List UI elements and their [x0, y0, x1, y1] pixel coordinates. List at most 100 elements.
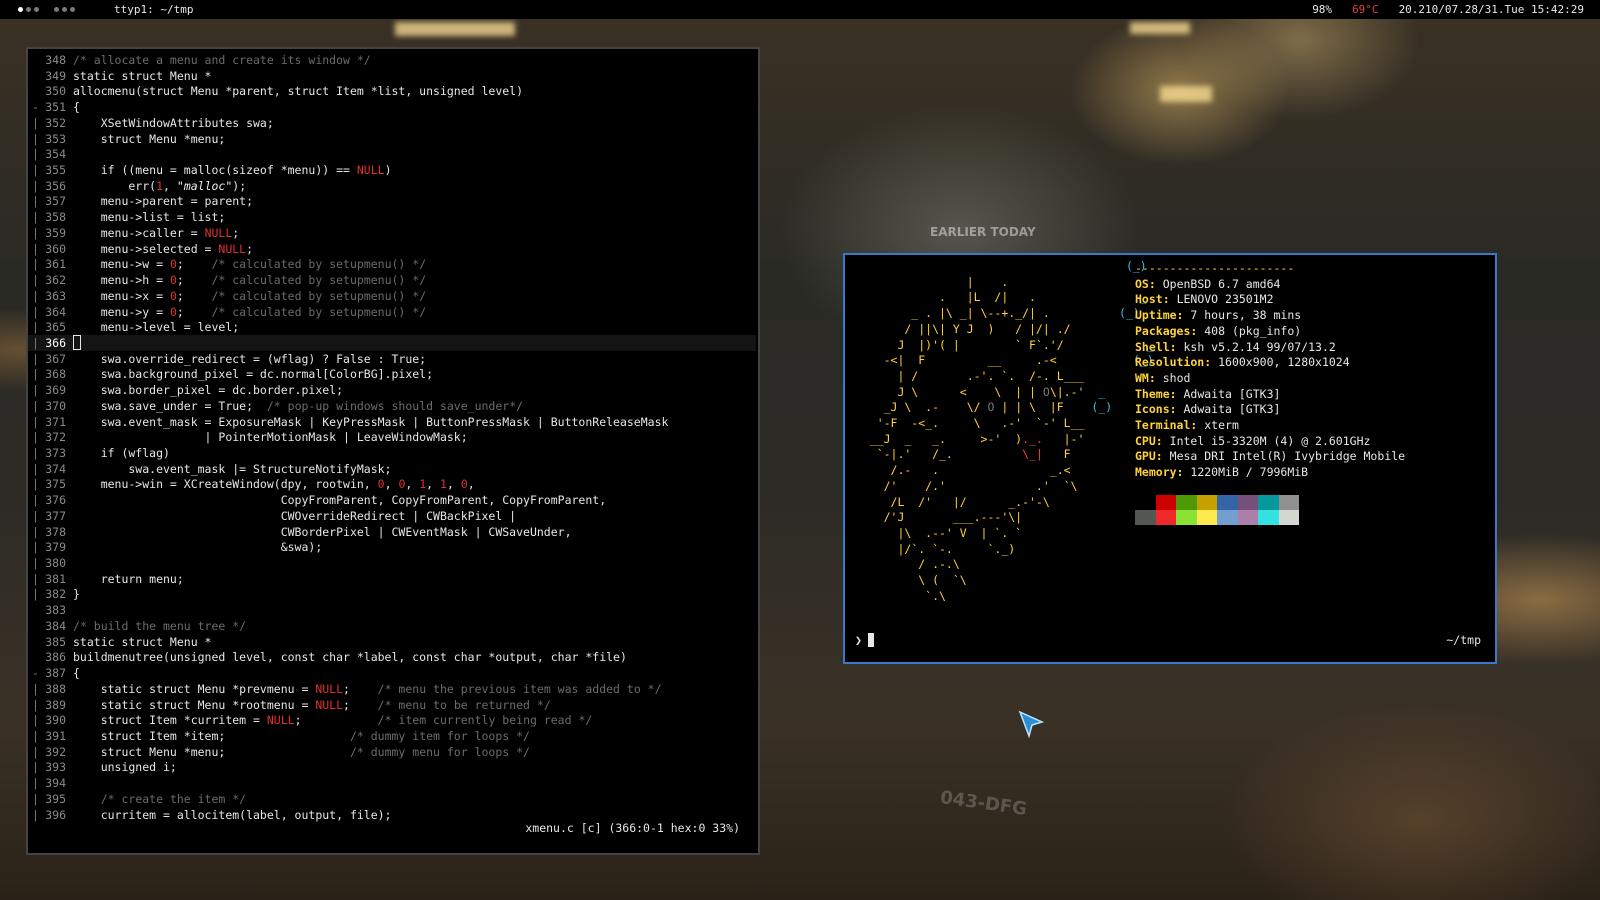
code-line[interactable]: | 357 menu->parent = parent; [28, 193, 756, 209]
shell-prompt[interactable]: ❯ [855, 633, 874, 647]
code-token: , [405, 477, 420, 492]
code-line[interactable]: | 368 swa.background_pixel = dc.normal[Co… [28, 366, 756, 382]
fold-marker: | [32, 697, 39, 712]
line-number: 380 [45, 556, 66, 571]
code-token: menu->x = [73, 288, 170, 303]
editor-terminal-window[interactable]: xmenu.c [c] (366:0-1 hex:0 33%) 348 /* al… [26, 47, 760, 855]
logo-segment: -<| F __ .-< [849, 353, 1133, 368]
palette-swatch [1176, 510, 1197, 525]
code-line[interactable]: | 388 static struct Menu *prevmenu = NULL… [28, 681, 756, 697]
workspace-dot-icon[interactable] [70, 7, 75, 12]
logo-segment: J \ < \ | | [849, 384, 1043, 399]
code-line[interactable]: 349 static struct Menu * [28, 68, 756, 84]
code-line[interactable]: | 378 CWBorderPixel | CWEventMask | CWSav… [28, 524, 756, 540]
code-line[interactable]: | 376 CopyFromParent, CopyFromParent, Cop… [28, 492, 756, 508]
code-line[interactable]: | 375 menu->win = XCreateWindow(dpy, root… [28, 476, 756, 492]
code-token: { [73, 666, 80, 681]
line-number: 387 [45, 666, 66, 681]
line-number: 351 [45, 100, 66, 115]
code-line[interactable]: | 392 struct Menu *menu; /* dummy menu fo… [28, 744, 756, 760]
fold-marker: - [32, 666, 39, 681]
fold-marker: | [32, 383, 39, 398]
code-line[interactable]: | 361 menu->w = 0; /* calculated by setup… [28, 256, 756, 272]
code-line[interactable]: | 359 menu->caller = NULL; [28, 225, 756, 241]
info-colon: : [1169, 402, 1184, 417]
code-line[interactable]: | 372 | PointerMotionMask | LeaveWindowMa… [28, 429, 756, 445]
info-key: Shell [1135, 339, 1170, 354]
code-line-current[interactable]: | 366 [28, 334, 756, 352]
code-line[interactable]: | 367 swa.override_redirect = (wflag) ? F… [28, 351, 756, 367]
code-line[interactable]: 350 allocmenu(struct Menu *parent, struct… [28, 83, 756, 99]
code-line[interactable]: | 365 menu->level = level; [28, 319, 756, 335]
code-line[interactable]: | 371 swa.event_mask = ExposureMask | Key… [28, 414, 756, 430]
code-line[interactable]: -387 { [28, 665, 756, 681]
code-line[interactable]: | 358 menu->list = list; [28, 209, 756, 225]
code-token: menu->win = XCreateWindow(dpy, rootwin, [73, 477, 378, 492]
wallpaper-sign: EARLIER TODAY [930, 225, 1036, 239]
code-line[interactable]: | 353 struct Menu *menu; [28, 131, 756, 147]
code-line[interactable]: 384 /* build the menu tree */ [28, 618, 756, 634]
code-line[interactable]: | 352 XSetWindowAttributes swa; [28, 115, 756, 131]
code-line[interactable]: 348 /* allocate a menu and create its win… [28, 52, 756, 68]
code-line[interactable]: | 354 [28, 146, 756, 162]
info-row: OS: OpenBSD 6.7 amd64 [1135, 277, 1405, 293]
code-token: , [384, 477, 399, 492]
code-token: /* dummy item for loops */ [349, 728, 530, 743]
openbsd-ascii-logo: (_) | . . |L /| . _ _ . |\ _| \--+._/| .… [849, 259, 1154, 604]
code-line[interactable]: | 362 menu->h = 0; /* calculated by setup… [28, 272, 756, 288]
code-line[interactable]: | 394 [28, 775, 756, 791]
info-row: Packages: 408 (pkg_info) [1135, 324, 1405, 340]
code-text: static struct Menu * [73, 68, 211, 84]
status-area: 98% 69°C 20.210/07.28/31.Tue 15:42:29 [1312, 0, 1584, 19]
workspace-dot-icon[interactable] [54, 7, 59, 12]
code-line[interactable]: | 380 [28, 555, 756, 571]
code-line[interactable]: | 382} [28, 586, 756, 602]
logo-segment: /'J ___.---'\| [849, 510, 1023, 525]
code-line[interactable]: | 381 return menu; [28, 571, 756, 587]
code-text: swa.save_under = True; /* pop-up windows… [73, 398, 523, 414]
code-token: ; [343, 681, 378, 696]
code-line[interactable]: | 364 menu->y = 0; /* calculated by setup… [28, 304, 756, 320]
code-line[interactable]: | 396 curritem = allocitem(label, output,… [28, 807, 756, 823]
workspace-dot-icon[interactable] [34, 7, 39, 12]
code-line[interactable]: | 369 swa.border_pixel = dc.border.pixel; [28, 382, 756, 398]
code-line[interactable]: | 393 unsigned i; [28, 759, 756, 775]
code-line[interactable]: -351 { [28, 99, 756, 115]
code-line[interactable]: | 374 swa.event_mask |= StructureNotifyMa… [28, 461, 756, 477]
code-line[interactable]: | 389 static struct Menu *rootmenu = NULL… [28, 697, 756, 713]
ceiling-light [1130, 22, 1190, 34]
code-token: NULL [266, 713, 295, 728]
code-line[interactable]: | 391 struct Item *item; /* dummy item fo… [28, 728, 756, 744]
code-line[interactable]: 383 [28, 602, 756, 618]
code-line[interactable]: | 379 &swa); [28, 539, 756, 555]
code-line[interactable]: 385 static struct Menu * [28, 634, 756, 650]
code-line[interactable]: | 370 swa.save_under = True; /* pop-up wi… [28, 398, 756, 414]
code-line[interactable]: | 395 /* create the item */ [28, 791, 756, 807]
neofetch-terminal-window[interactable]: (_) | . . |L /| . _ _ . |\ _| \--+._/| .… [843, 253, 1497, 664]
code-line[interactable]: | 355 if ((menu = malloc(sizeof *menu)) =… [28, 162, 756, 178]
code-line[interactable]: | 363 menu->x = 0; /* calculated by setup… [28, 288, 756, 304]
code-text [73, 334, 81, 352]
code-line[interactable]: 386 buildmenutree(unsigned level, const c… [28, 649, 756, 665]
code-line[interactable]: | 373 if (wflag) [28, 445, 756, 461]
logo-line: `.\ [849, 589, 1154, 605]
code-token: ); [232, 178, 247, 193]
workspace-dot-icon[interactable] [62, 7, 67, 12]
block-cursor [73, 334, 81, 350]
workspace-dot-icon[interactable] [26, 7, 31, 12]
code-line[interactable]: | 377 CWOverrideRedirect | CWBackPixel | [28, 508, 756, 524]
code-text: menu->caller = NULL; [73, 225, 240, 241]
code-token: struct Menu *menu; [73, 744, 350, 759]
fold-marker: | [32, 210, 39, 225]
code-text: curritem = allocitem(label, output, file… [73, 807, 392, 823]
code-line[interactable]: | 360 menu->selected = NULL; [28, 241, 756, 257]
line-number: 373 [45, 446, 66, 460]
workspace-indicator[interactable] [0, 0, 75, 19]
code-token: NULL [315, 681, 344, 696]
workspace-dot-icon[interactable] [18, 7, 23, 12]
logo-line: \ ( `\ [849, 573, 1154, 589]
code-line[interactable]: | 356 err(1, "malloc"); [28, 178, 756, 194]
line-number: 394 [45, 776, 66, 791]
info-colon: : [1155, 433, 1170, 448]
code-line[interactable]: | 390 struct Item *curritem = NULL; /* it… [28, 712, 756, 728]
